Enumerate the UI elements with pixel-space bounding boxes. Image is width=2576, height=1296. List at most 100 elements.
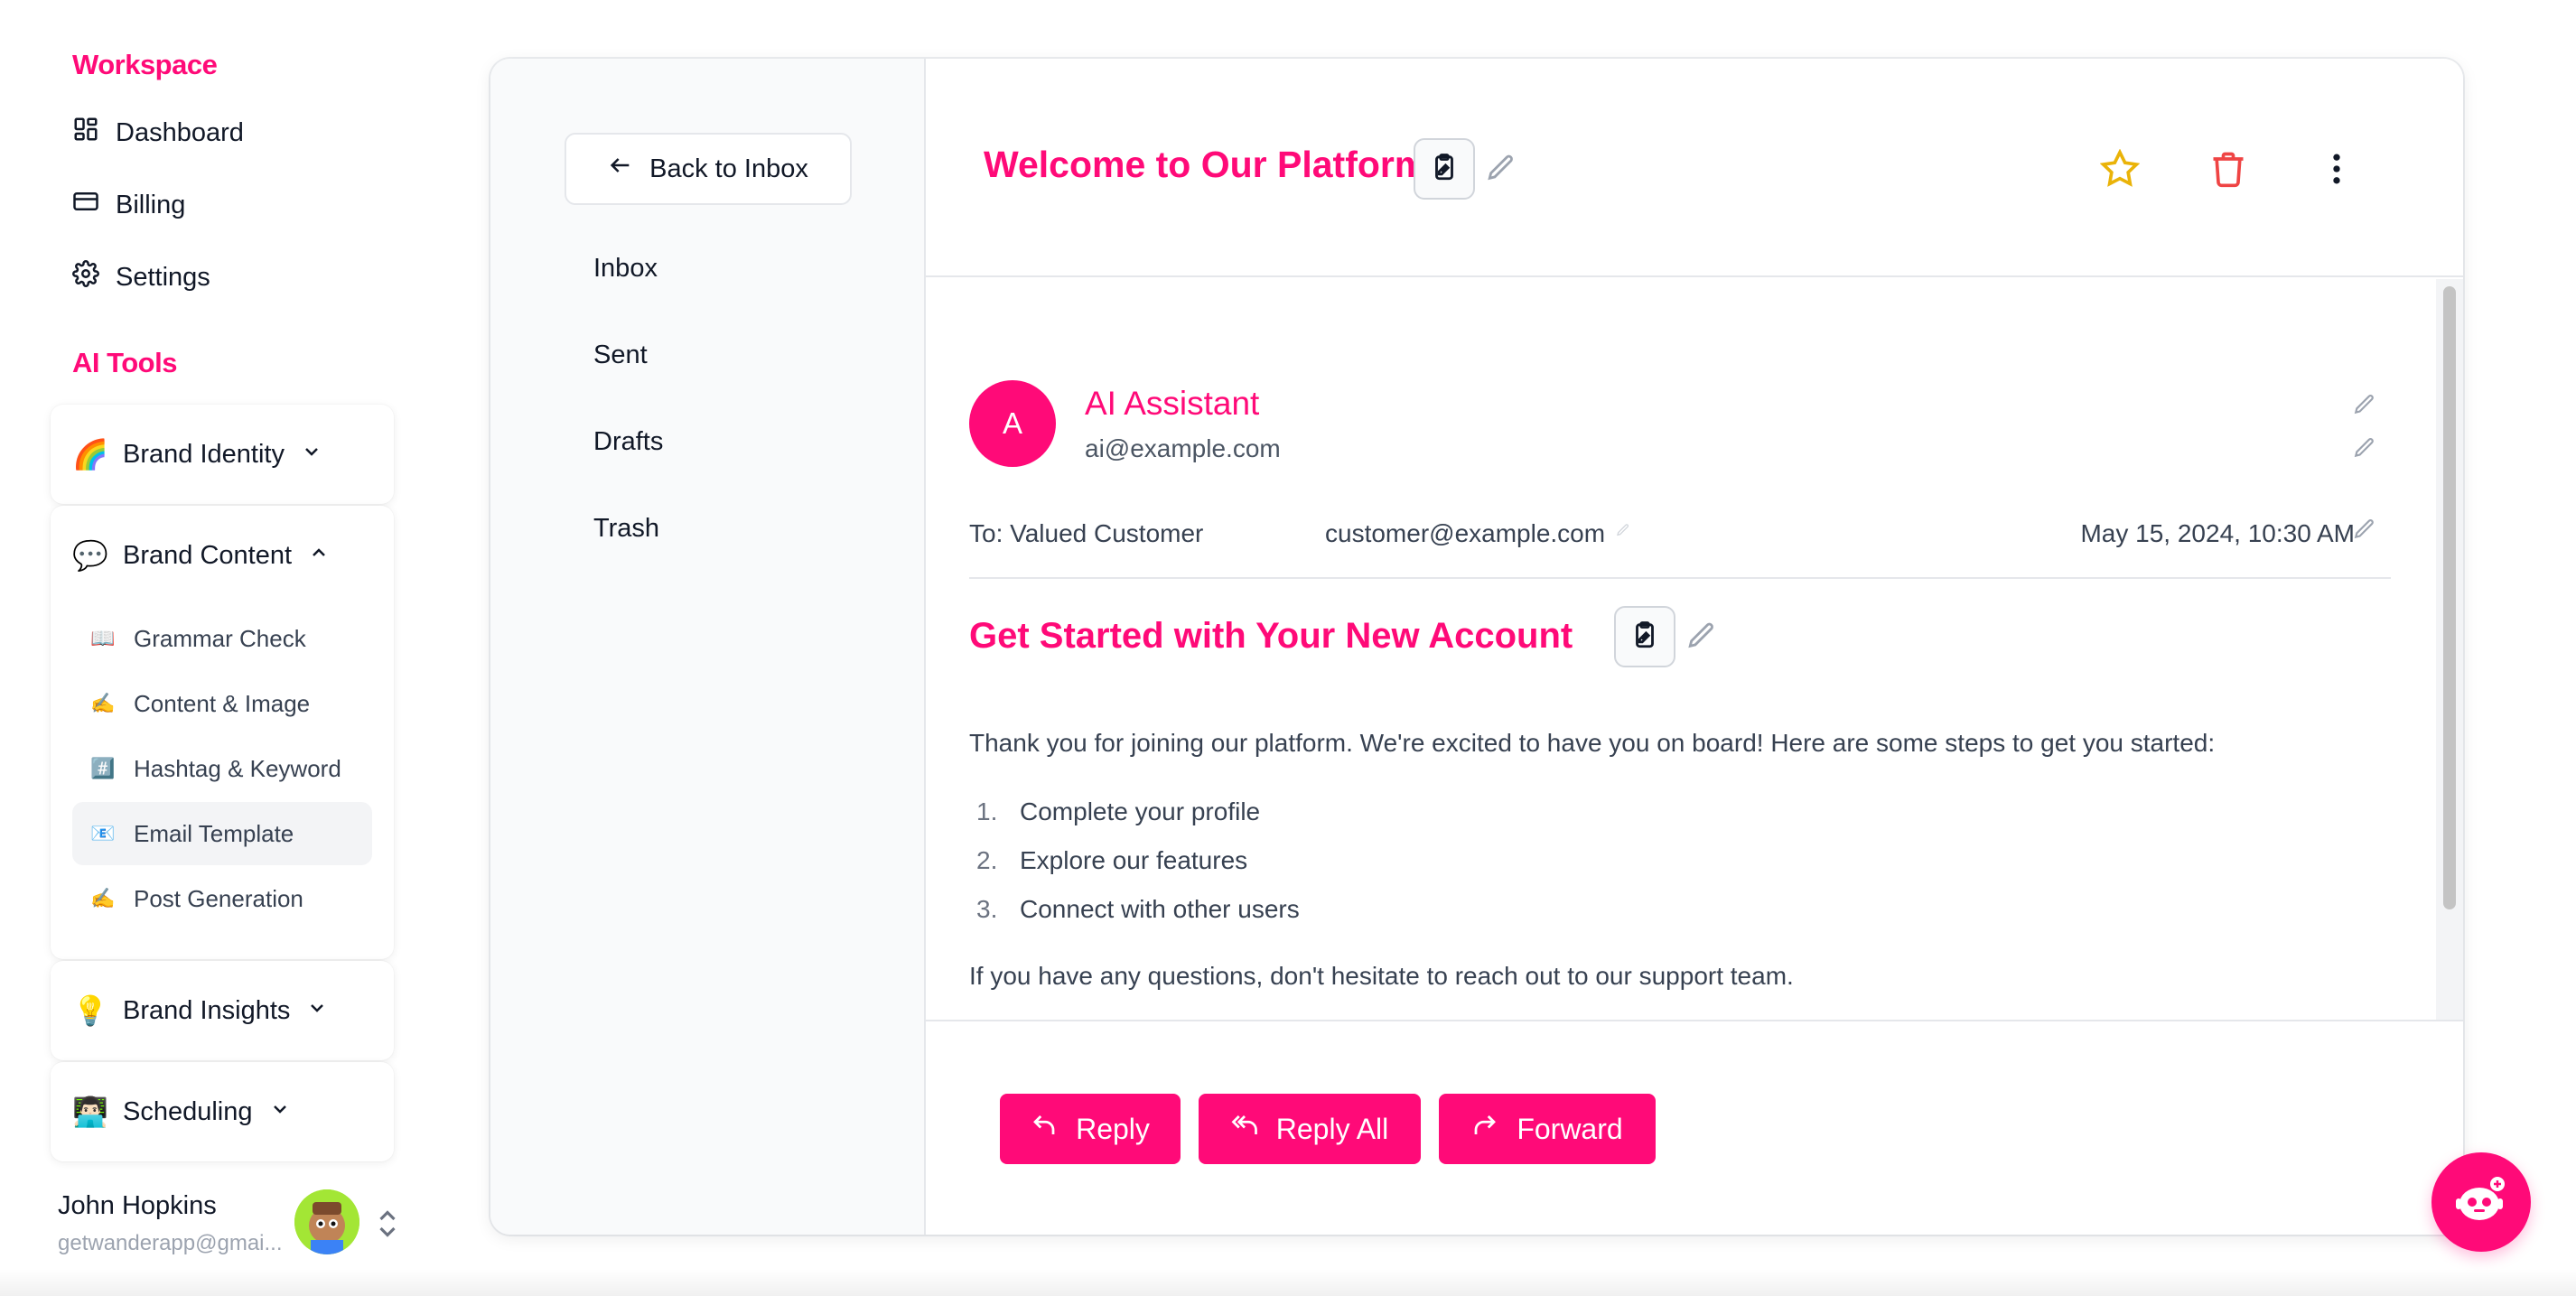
more-vertical-icon[interactable] <box>2317 149 2357 189</box>
forward-label: Forward <box>1517 1112 1623 1145</box>
nav-item-settings[interactable]: Settings <box>72 255 210 300</box>
email-date: May 15, 2024, 10:30 AM <box>2080 519 2355 547</box>
nav-item-label: Billing <box>116 190 186 219</box>
star-icon[interactable] <box>2099 148 2141 189</box>
folder-sent[interactable]: Sent <box>593 340 648 370</box>
list-number: 1. <box>976 797 998 825</box>
sub-item-label: Grammar Check <box>134 624 306 652</box>
list-item: 1. Complete your profile <box>976 797 1260 826</box>
recipient-email: customer@example.com <box>1325 519 1606 547</box>
folder-trash[interactable]: Trash <box>593 514 659 544</box>
workspace-section-title: Workspace <box>72 49 218 80</box>
list-item: 2. Explore our features <box>976 846 1247 875</box>
rainbow-icon: 🌈 <box>72 438 108 471</box>
folder-drafts[interactable]: Drafts <box>593 427 663 457</box>
edit-title-pencil-icon[interactable] <box>1486 153 1517 183</box>
email-intro-text: Thank you for joining our platform. We'r… <box>969 729 2216 757</box>
sub-item-email-template[interactable]: 📧 Email Template <box>72 802 372 865</box>
arrow-left-icon <box>608 153 633 185</box>
reply-button[interactable]: Reply <box>1000 1094 1181 1164</box>
gear-icon <box>72 260 99 294</box>
email-subject: Get Started with Your New Account <box>969 616 1573 656</box>
sender-name: AI Assistant <box>1085 385 1260 422</box>
edit-date-pencil-icon[interactable] <box>2353 517 2376 541</box>
group-brand-identity-toggle[interactable]: 🌈 Brand Identity <box>72 405 322 504</box>
divider <box>969 577 2391 579</box>
sub-item-grammar-check[interactable]: 📖 Grammar Check <box>72 607 372 670</box>
group-brand-identity: 🌈 Brand Identity <box>51 405 394 504</box>
folder-pane: Back to Inbox Inbox Sent Drafts Trash <box>490 59 926 1235</box>
user-email: getwanderapp@gmai... <box>58 1231 283 1255</box>
sub-item-label: Content & Image <box>134 689 311 717</box>
email-pane: Welcome to Our Platform A AI Assistant a… <box>926 59 2463 1235</box>
folder-inbox[interactable]: Inbox <box>593 254 658 284</box>
group-brand-insights-toggle[interactable]: 💡 Brand Insights <box>72 961 328 1060</box>
email-body: A AI Assistant ai@example.com To: Valued… <box>926 279 2436 1020</box>
forward-icon <box>1471 1112 1498 1146</box>
group-scheduling: 👨🏻‍💻 Scheduling <box>51 1062 394 1161</box>
back-to-inbox-button[interactable]: Back to Inbox <box>565 133 852 205</box>
group-label: Scheduling <box>123 1096 253 1126</box>
list-number: 2. <box>976 846 998 874</box>
chevron-up-icon <box>306 541 330 571</box>
group-scheduling-toggle[interactable]: 👨🏻‍💻 Scheduling <box>72 1062 291 1161</box>
user-name: John Hopkins <box>58 1191 217 1220</box>
book-icon: 📖 <box>90 627 116 649</box>
chevron-down-icon <box>267 1097 291 1127</box>
list-number: 3. <box>976 895 998 923</box>
copy-title-button[interactable] <box>1414 138 1475 200</box>
credit-card-icon <box>72 188 99 222</box>
clipboard-icon <box>1429 152 1460 187</box>
sidebar: Workspace Dashboard Billing Settings AI … <box>0 0 425 1296</box>
edit-sender-name-pencil-icon[interactable] <box>2353 393 2376 416</box>
edit-recipient-pencil-icon[interactable] <box>1616 523 1630 537</box>
scrollbar-thumb[interactable] <box>2443 286 2456 909</box>
reply-all-button[interactable]: Reply All <box>1199 1094 1421 1164</box>
dashboard-icon <box>72 116 99 150</box>
nav-item-label: Settings <box>116 262 210 292</box>
user-account-switcher[interactable]: John Hopkins getwanderapp@gmai... <box>58 1188 401 1260</box>
copy-subject-button[interactable] <box>1614 606 1675 667</box>
reply-label: Reply <box>1076 1112 1150 1145</box>
writing-hand-icon: ✍️ <box>90 887 116 909</box>
sub-item-label: Post Generation <box>134 884 303 912</box>
light-bulb-icon: 💡 <box>72 994 108 1027</box>
ai-tools-section-title: AI Tools <box>72 347 177 378</box>
sub-item-hashtag-keyword[interactable]: #️⃣ Hashtag & Keyword <box>72 737 372 800</box>
forward-button[interactable]: Forward <box>1439 1094 1656 1164</box>
email-actions-bar: Reply Reply All Forward <box>926 1020 2463 1235</box>
group-label: Brand Insights <box>123 995 291 1025</box>
nav-item-billing[interactable]: Billing <box>72 182 185 228</box>
reply-all-label: Reply All <box>1275 1112 1389 1145</box>
window-bottom-edge <box>0 1269 2576 1296</box>
edit-sender-email-pencil-icon[interactable] <box>2353 436 2376 460</box>
email-outro-text: If you have any questions, don't hesitat… <box>969 962 1794 990</box>
list-text: Complete your profile <box>1020 797 1261 825</box>
robot-icon <box>2452 1171 2510 1234</box>
trash-icon[interactable] <box>2208 149 2248 189</box>
ai-assistant-fab[interactable] <box>2431 1152 2531 1252</box>
recipient-name: To: Valued Customer <box>969 519 1204 547</box>
email-body-scrollbar[interactable] <box>2436 279 2463 1020</box>
group-brand-content: 💬 Brand Content 📖 Grammar Check ✍️ Conte… <box>51 506 394 959</box>
reply-all-icon <box>1231 1112 1258 1146</box>
hashtag-icon: #️⃣ <box>90 757 116 779</box>
sender-email: ai@example.com <box>1085 434 1281 462</box>
chevrons-up-down-icon <box>374 1206 401 1242</box>
reply-icon <box>1031 1112 1058 1146</box>
speech-bubble-icon: 💬 <box>72 539 108 572</box>
nav-item-label: Dashboard <box>116 117 244 147</box>
group-brand-content-toggle[interactable]: 💬 Brand Content <box>72 506 330 605</box>
sub-item-post-generation[interactable]: ✍️ Post Generation <box>72 867 372 930</box>
nav-item-dashboard[interactable]: Dashboard <box>72 110 244 155</box>
list-text: Connect with other users <box>1020 895 1300 923</box>
email-title: Welcome to Our Platform <box>984 144 1428 185</box>
avatar <box>294 1189 359 1254</box>
edit-subject-pencil-icon[interactable] <box>1686 620 1717 651</box>
email-viewer-card: Back to Inbox Inbox Sent Drafts Trash We… <box>490 59 2463 1235</box>
list-text: Explore our features <box>1020 846 1248 874</box>
chevron-down-icon <box>304 996 328 1026</box>
group-label: Brand Content <box>123 540 293 570</box>
sender-avatar: A <box>969 380 1056 467</box>
sub-item-content-image[interactable]: ✍️ Content & Image <box>72 672 372 735</box>
